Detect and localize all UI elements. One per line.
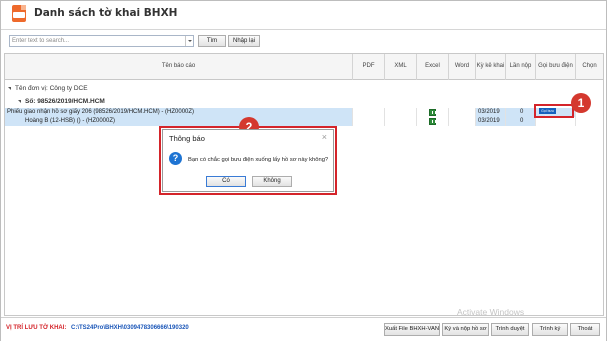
cell-excel [416,117,448,126]
cell-word [448,117,475,126]
search-input[interactable]: Enter text to search... [9,35,194,47]
table-row[interactable]: Hoàng B (12-HSB) () - (HZ0000Z) 03/2019 … [5,117,603,126]
cell-report-name: Hoàng B (12-HSB) () - (HZ0000Z) [5,117,352,126]
cell-submission: 0 [505,117,535,126]
approve-button[interactable]: Trình duyệt [491,323,529,336]
search-toolbar: Enter text to search... Tìm Nhập lại [1,29,606,51]
confirm-dialog: Thông báo × ? Bạn có chắc gọi bưu điện x… [162,129,334,192]
col-header-pdf[interactable]: PDF [352,54,384,80]
activation-watermark: Activate Windows [457,307,525,317]
cell-period: 03/2019 [475,117,505,126]
title-bar: Danh sách tờ khai BHXH [1,1,606,27]
col-header-excel[interactable]: Excel [416,54,448,80]
col-header-select[interactable]: Chọn [575,54,603,80]
col-header-period[interactable]: Kỳ kê khai [475,54,505,80]
no-button[interactable]: Không [252,176,292,187]
col-header-call-post[interactable]: Gọi bưu điện [535,54,575,80]
cell-excel [416,108,448,117]
cell-xml [384,117,416,126]
col-header-submission[interactable]: Lần nộp [505,54,535,80]
callout-badge-1: 1 [571,93,591,113]
col-header-report-name[interactable]: Tên báo cáo [5,54,352,80]
col-header-word[interactable]: Word [448,54,475,80]
dialog-message: Bạn có chắc gọi bưu điện xuống lấy hồ sơ… [188,157,329,163]
cell-select[interactable] [575,117,603,126]
search-button[interactable]: Tìm [198,35,226,47]
col-header-xml[interactable]: XML [384,54,416,80]
question-icon: ? [169,152,182,165]
close-icon[interactable]: × [322,132,327,142]
group-row-company[interactable]: Tên đơn vị: Công ty DCE [5,84,603,96]
save-path-value[interactable]: C:\TS24Pro\BHXH\0309478306666\190320 [71,325,189,331]
sign-submit-button[interactable]: Ký và nộp hồ sơ [442,323,489,336]
cell-report-name: Phiếu giao nhận hồ sơ giấy 206 (98526/20… [5,108,352,117]
cell-pdf [352,108,384,117]
excel-icon[interactable] [429,118,436,125]
cell-word [448,108,475,117]
subgroup-label: Số: 98526/2019/HCM.HCM [25,98,105,105]
collapse-triangle-icon[interactable] [18,100,21,103]
sign-button[interactable]: Trình ký [532,323,568,336]
chevron-down-icon[interactable] [185,36,193,46]
yes-button[interactable]: Có [206,176,246,187]
export-file-button[interactable]: Xuất File BHXH-VAN [384,323,440,336]
table-row[interactable]: Phiếu giao nhận hồ sơ giấy 206 (98526/20… [5,108,603,117]
cell-submission: 0 [505,108,535,117]
dialog-title: Thông báo [169,134,205,143]
group-label: Tên đơn vị: Công ty DCE [15,85,88,92]
exit-button[interactable]: Thoát [570,323,600,336]
highlight-box-1 [534,104,574,118]
status-bar: VỊ TRÍ LƯU TỜ KHAI: C:\TS24Pro\BHXH\0309… [1,317,606,341]
app-window: Danh sách tờ khai BHXH Enter text to sea… [0,0,607,341]
collapse-triangle-icon[interactable] [8,87,11,90]
grid-header: Tên báo cáo PDF XML Excel Word Kỳ kê kha… [5,54,603,80]
cell-call-post [535,117,575,126]
cell-period: 03/2019 [475,108,505,117]
excel-icon[interactable] [429,109,436,116]
reset-button[interactable]: Nhập lại [228,35,260,47]
save-path-label: VỊ TRÍ LƯU TỜ KHAI: [6,325,67,331]
cell-pdf [352,117,384,126]
window-title: Danh sách tờ khai BHXH [34,7,178,19]
document-icon [12,5,26,22]
cell-xml [384,108,416,117]
